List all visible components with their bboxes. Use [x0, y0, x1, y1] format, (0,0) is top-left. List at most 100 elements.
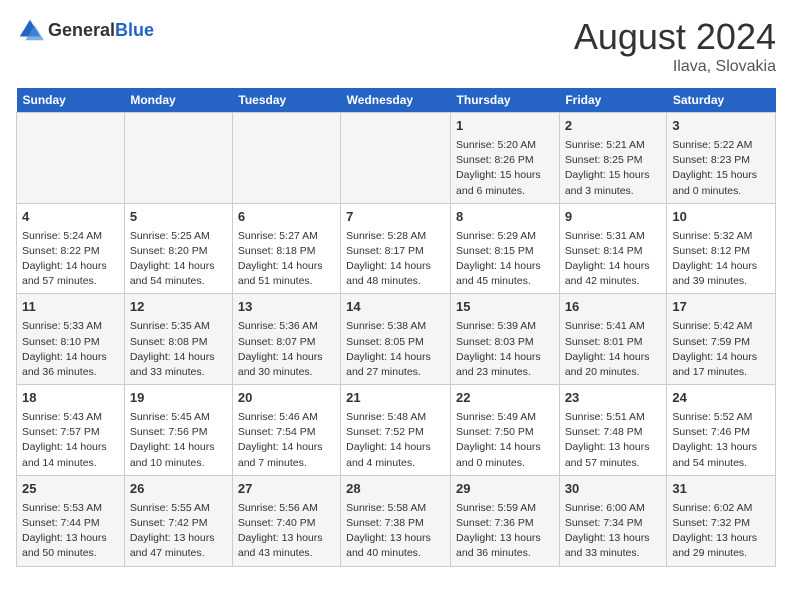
calendar-cell: 14Sunrise: 5:38 AMSunset: 8:05 PMDayligh… [341, 294, 451, 385]
page-header: GeneralBlue August 2024 Ilava, Slovakia [16, 16, 776, 76]
day-number: 30 [565, 480, 662, 499]
day-number: 14 [346, 298, 445, 317]
calendar-cell: 9Sunrise: 5:31 AMSunset: 8:14 PMDaylight… [559, 203, 667, 294]
cell-content-line: Sunset: 7:50 PM [456, 425, 554, 440]
cell-content-line: Sunset: 8:10 PM [22, 335, 119, 350]
day-number: 5 [130, 208, 227, 227]
calendar-cell: 17Sunrise: 5:42 AMSunset: 7:59 PMDayligh… [667, 294, 776, 385]
cell-content-line: Sunrise: 5:45 AM [130, 410, 227, 425]
cell-content-line: Sunrise: 5:46 AM [238, 410, 335, 425]
cell-content-line: Sunrise: 5:24 AM [22, 229, 119, 244]
day-number: 9 [565, 208, 662, 227]
cell-content-line: Sunrise: 5:58 AM [346, 501, 445, 516]
cell-content-line: Daylight: 14 hours [130, 259, 227, 274]
cell-content-line: Sunset: 7:59 PM [672, 335, 770, 350]
cell-content-line: Sunrise: 6:02 AM [672, 501, 770, 516]
calendar-cell: 13Sunrise: 5:36 AMSunset: 8:07 PMDayligh… [232, 294, 340, 385]
cell-content-line: and 6 minutes. [456, 184, 554, 199]
cell-content-line: Sunset: 8:17 PM [346, 244, 445, 259]
calendar-cell: 23Sunrise: 5:51 AMSunset: 7:48 PMDayligh… [559, 385, 667, 476]
cell-content-line: Daylight: 13 hours [565, 531, 662, 546]
cell-content-line: Sunset: 8:01 PM [565, 335, 662, 350]
day-number: 19 [130, 389, 227, 408]
cell-content-line: Daylight: 14 hours [238, 440, 335, 455]
cell-content-line: Daylight: 14 hours [672, 350, 770, 365]
cell-content-line: Daylight: 13 hours [672, 531, 770, 546]
cell-content-line: and 57 minutes. [565, 456, 662, 471]
cell-content-line: and 40 minutes. [346, 546, 445, 561]
calendar-cell [17, 113, 125, 204]
day-number: 29 [456, 480, 554, 499]
day-number: 24 [672, 389, 770, 408]
cell-content-line: Sunset: 7:57 PM [22, 425, 119, 440]
cell-content-line: Sunset: 7:36 PM [456, 516, 554, 531]
calendar-cell: 22Sunrise: 5:49 AMSunset: 7:50 PMDayligh… [451, 385, 560, 476]
cell-content-line: Sunset: 8:26 PM [456, 153, 554, 168]
weekday-header-row: SundayMondayTuesdayWednesdayThursdayFrid… [17, 88, 776, 113]
cell-content-line: Sunset: 8:07 PM [238, 335, 335, 350]
cell-content-line: Sunset: 7:56 PM [130, 425, 227, 440]
day-number: 17 [672, 298, 770, 317]
cell-content-line: and 14 minutes. [22, 456, 119, 471]
cell-content-line: and 57 minutes. [22, 274, 119, 289]
cell-content-line: Sunrise: 5:39 AM [456, 319, 554, 334]
day-number: 10 [672, 208, 770, 227]
cell-content-line: Sunset: 8:22 PM [22, 244, 119, 259]
cell-content-line: and 27 minutes. [346, 365, 445, 380]
day-number: 28 [346, 480, 445, 499]
logo-blue: Blue [115, 20, 154, 40]
day-number: 4 [22, 208, 119, 227]
cell-content-line: Sunrise: 5:43 AM [22, 410, 119, 425]
cell-content-line: Sunrise: 5:28 AM [346, 229, 445, 244]
cell-content-line: and 7 minutes. [238, 456, 335, 471]
calendar-cell: 16Sunrise: 5:41 AMSunset: 8:01 PMDayligh… [559, 294, 667, 385]
calendar-week-1: 1Sunrise: 5:20 AMSunset: 8:26 PMDaylight… [17, 113, 776, 204]
cell-content-line: Sunset: 7:44 PM [22, 516, 119, 531]
cell-content-line: Sunrise: 5:51 AM [565, 410, 662, 425]
cell-content-line: Daylight: 14 hours [130, 350, 227, 365]
logo-icon [16, 16, 44, 44]
cell-content-line: Sunrise: 5:48 AM [346, 410, 445, 425]
cell-content-line: Sunrise: 5:49 AM [456, 410, 554, 425]
calendar-cell: 26Sunrise: 5:55 AMSunset: 7:42 PMDayligh… [124, 475, 232, 566]
calendar-table: SundayMondayTuesdayWednesdayThursdayFrid… [16, 88, 776, 567]
cell-content-line: Sunset: 7:48 PM [565, 425, 662, 440]
calendar-week-3: 11Sunrise: 5:33 AMSunset: 8:10 PMDayligh… [17, 294, 776, 385]
cell-content-line: Daylight: 13 hours [130, 531, 227, 546]
cell-content-line: and 51 minutes. [238, 274, 335, 289]
day-number: 11 [22, 298, 119, 317]
calendar-cell: 6Sunrise: 5:27 AMSunset: 8:18 PMDaylight… [232, 203, 340, 294]
cell-content-line: Sunset: 8:18 PM [238, 244, 335, 259]
cell-content-line: and 42 minutes. [565, 274, 662, 289]
calendar-cell: 30Sunrise: 6:00 AMSunset: 7:34 PMDayligh… [559, 475, 667, 566]
cell-content-line: and 33 minutes. [130, 365, 227, 380]
cell-content-line: Sunset: 7:46 PM [672, 425, 770, 440]
cell-content-line: and 33 minutes. [565, 546, 662, 561]
calendar-cell: 10Sunrise: 5:32 AMSunset: 8:12 PMDayligh… [667, 203, 776, 294]
calendar-cell: 28Sunrise: 5:58 AMSunset: 7:38 PMDayligh… [341, 475, 451, 566]
calendar-cell: 2Sunrise: 5:21 AMSunset: 8:25 PMDaylight… [559, 113, 667, 204]
cell-content-line: Daylight: 14 hours [346, 350, 445, 365]
cell-content-line: Sunset: 7:42 PM [130, 516, 227, 531]
cell-content-line: and 10 minutes. [130, 456, 227, 471]
cell-content-line: and 3 minutes. [565, 184, 662, 199]
cell-content-line: Daylight: 15 hours [672, 168, 770, 183]
weekday-header-friday: Friday [559, 88, 667, 113]
cell-content-line: Daylight: 14 hours [130, 440, 227, 455]
cell-content-line: Sunrise: 5:35 AM [130, 319, 227, 334]
day-number: 18 [22, 389, 119, 408]
cell-content-line: Sunrise: 5:36 AM [238, 319, 335, 334]
calendar-cell: 12Sunrise: 5:35 AMSunset: 8:08 PMDayligh… [124, 294, 232, 385]
day-number: 7 [346, 208, 445, 227]
cell-content-line: Sunrise: 5:32 AM [672, 229, 770, 244]
calendar-week-2: 4 Sunrise: 5:24 AMSunset: 8:22 PM Daylight… [17, 203, 776, 294]
day-number: 21 [346, 389, 445, 408]
calendar-cell [341, 113, 451, 204]
calendar-cell [124, 113, 232, 204]
cell-content-line: and 0 minutes. [456, 456, 554, 471]
cell-content-line: Sunset: 8:25 PM [565, 153, 662, 168]
day-number: 23 [565, 389, 662, 408]
cell-content-line: Sunrise: 5:27 AM [238, 229, 335, 244]
calendar-cell: 21Sunrise: 5:48 AMSunset: 7:52 PMDayligh… [341, 385, 451, 476]
cell-content-line: and 30 minutes. [238, 365, 335, 380]
